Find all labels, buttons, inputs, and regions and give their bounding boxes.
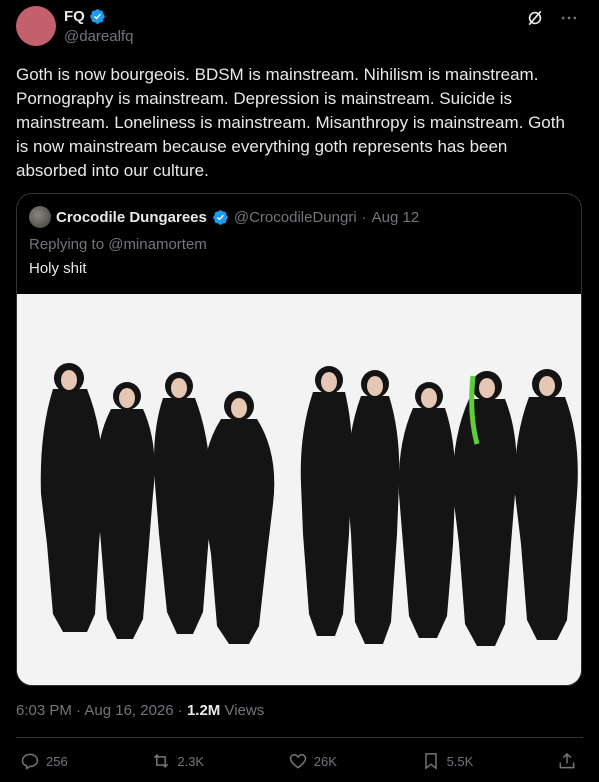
author-avatar[interactable]	[16, 6, 56, 46]
header-actions	[525, 8, 579, 28]
divider	[16, 737, 583, 738]
verified-badge-icon	[213, 209, 228, 225]
quoted-text: Holy shit	[29, 260, 87, 277]
bookmark-count: 5.5K	[446, 753, 474, 769]
author-name[interactable]: FQ	[64, 8, 85, 25]
quoted-media-image[interactable]	[17, 294, 581, 686]
quoted-date[interactable]: Aug 12	[372, 209, 420, 226]
like-count: 26K	[313, 753, 337, 769]
quoted-separator: ·	[361, 208, 367, 226]
reply-count: 256	[46, 753, 68, 769]
reply-button[interactable]: 256	[20, 751, 68, 771]
quoted-author-name[interactable]: Crocodile Dungarees	[56, 209, 207, 226]
bookmark-button[interactable]: 5.5K	[421, 751, 474, 771]
tweet-header: FQ @darealfq	[16, 6, 587, 50]
repost-count: 2.3K	[177, 753, 205, 769]
quoted-author-handle[interactable]: @CrocodileDungri	[234, 209, 357, 226]
repost-button[interactable]: 2.3K	[151, 751, 204, 771]
quoted-reply-context[interactable]: Replying to @minamortem	[29, 236, 207, 253]
quoted-header: Crocodile Dungarees @CrocodileDungri · A…	[29, 206, 419, 228]
repost-icon	[154, 754, 169, 768]
author-handle[interactable]: @darealfq	[64, 28, 133, 45]
view-count: 1.2M	[186, 702, 221, 719]
more-icon[interactable]	[559, 8, 579, 28]
bookmark-icon	[424, 753, 437, 770]
verified-badge-icon	[90, 9, 105, 24]
tweet-timestamp[interactable]: 6:03 PM · Aug 16, 2026 ·	[16, 702, 187, 719]
views-label: Views	[220, 702, 265, 719]
action-bar: 256 2.3K 26K 5.5K	[20, 748, 577, 774]
quoted-avatar[interactable]	[29, 206, 51, 228]
like-button[interactable]: 26K	[288, 751, 337, 771]
share-button[interactable]	[557, 751, 577, 771]
author-name-row: FQ	[64, 8, 106, 25]
reply-icon	[21, 753, 39, 770]
like-icon	[289, 753, 307, 769]
quoted-tweet[interactable]: Crocodile Dungarees @CrocodileDungri · A…	[16, 193, 582, 686]
tweet-text: Goth is now bourgeois. BDSM is mainstrea…	[16, 65, 565, 180]
share-icon	[559, 752, 575, 769]
tweet-meta: 6:03 PM · Aug 16, 2026 · 1.2M Views	[16, 702, 264, 719]
grok-icon[interactable]	[525, 8, 545, 28]
